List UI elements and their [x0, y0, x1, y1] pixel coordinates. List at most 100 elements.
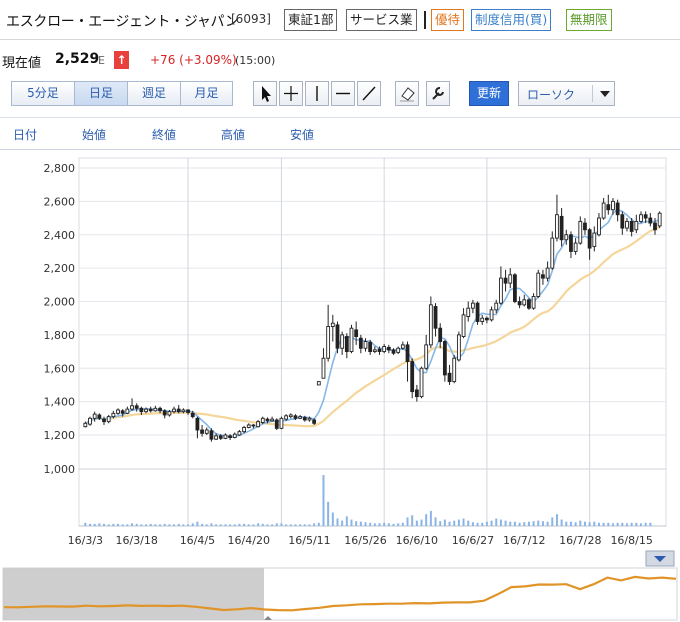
- settings-tool-button[interactable]: [426, 81, 450, 106]
- volume-bar: [635, 522, 638, 526]
- x-tick-label: 16/8/15: [610, 534, 652, 547]
- candle-body: [396, 347, 401, 353]
- volume-bar: [537, 520, 540, 526]
- candle-body: [447, 372, 452, 383]
- period-monthly-button[interactable]: 月足: [180, 81, 233, 106]
- volume-bar: [215, 524, 218, 526]
- candlestick-chart[interactable]: 2,800 2,600 2,400 2,200 2,000 1,800 1,600 1,400…: [0, 150, 680, 548]
- volume-bar: [574, 522, 577, 526]
- candle-body: [611, 200, 615, 211]
- horizontal-line-tool-button[interactable]: [331, 81, 355, 106]
- unlimited-badge[interactable]: 無期限: [566, 9, 612, 31]
- volume-bar: [597, 522, 600, 526]
- volume-bar: [378, 523, 381, 526]
- volume-bar: [275, 523, 278, 526]
- candle-body: [372, 349, 377, 353]
- volume-bar: [499, 519, 502, 526]
- volume-bar: [313, 523, 316, 526]
- candle-body: [480, 317, 485, 322]
- period-daily-button[interactable]: 日足: [74, 81, 128, 106]
- eraser-icon: [400, 87, 415, 102]
- candle: [316, 381, 321, 386]
- volume-bar: [355, 521, 358, 526]
- candle-body: [106, 416, 111, 423]
- volume-bar: [569, 521, 572, 526]
- volume-bar: [177, 523, 180, 526]
- volume-bar: [411, 515, 414, 526]
- candle-body: [148, 408, 153, 412]
- volume-bar: [117, 523, 120, 526]
- candle: [419, 366, 424, 399]
- candle-body: [284, 415, 289, 420]
- candle-body: [620, 214, 625, 229]
- candle-body: [433, 306, 438, 329]
- candle-body: [316, 381, 321, 386]
- x-tick-label: 16/6/27: [452, 534, 494, 547]
- volume-bar: [159, 524, 162, 526]
- volume-bar: [551, 517, 554, 526]
- candle-body: [116, 409, 120, 414]
- range-navigator[interactable]: [0, 548, 680, 622]
- yutai-badge[interactable]: 優待: [431, 9, 465, 31]
- candle-body: [615, 202, 620, 216]
- candle: [335, 321, 340, 354]
- pointer-icon: [262, 86, 271, 102]
- volume-bar: [173, 524, 176, 526]
- candle-body: [564, 234, 569, 241]
- update-button[interactable]: 更新: [469, 81, 509, 106]
- candle-body: [456, 334, 461, 361]
- volume-bar: [621, 522, 624, 526]
- volume-bar: [513, 521, 516, 526]
- vertical-line-tool-button[interactable]: [305, 81, 329, 106]
- volume-bar: [266, 524, 269, 526]
- candle-body: [648, 217, 653, 224]
- candle-body: [302, 417, 307, 421]
- plot-frame: [78, 157, 667, 527]
- y-tick-label: 1,000: [44, 463, 76, 476]
- pointer-tool-button[interactable]: [253, 81, 277, 106]
- chevron-down-icon: [600, 91, 610, 97]
- volume-bar: [555, 514, 558, 526]
- candle-body: [513, 274, 517, 302]
- chart-type-select[interactable]: ローソク: [518, 81, 615, 106]
- volume-bar: [439, 521, 442, 526]
- candle-body: [405, 344, 410, 363]
- ohlc-date-label: 日付: [13, 128, 38, 142]
- candle-body: [583, 222, 587, 231]
- candle-body: [625, 220, 629, 229]
- candle-body: [176, 408, 181, 413]
- volume-bar: [602, 522, 605, 526]
- trend-line-tool-button[interactable]: [357, 81, 381, 106]
- volume-bar: [107, 524, 110, 526]
- candle-body: [573, 242, 578, 252]
- volume-bar: [182, 524, 185, 526]
- x-tick-label: 16/5/11: [288, 534, 330, 547]
- period-weekly-button[interactable]: 週足: [127, 81, 181, 106]
- margin-badge[interactable]: 制度信用(買): [471, 9, 552, 31]
- volume-bar: [649, 522, 652, 526]
- period-5min-button[interactable]: 5分足: [11, 81, 75, 106]
- eraser-tool-button[interactable]: [395, 81, 419, 106]
- candle-body: [587, 229, 592, 249]
- volume-bar: [476, 522, 479, 526]
- candle-body: [489, 309, 494, 321]
- volume-bar: [121, 524, 124, 526]
- volume-bar: [345, 516, 348, 526]
- candle-body: [349, 327, 354, 353]
- candle-body: [442, 341, 447, 376]
- volume-bar: [495, 518, 498, 526]
- crosshair-tool-button[interactable]: [279, 81, 303, 106]
- navigator-window[interactable]: [3, 568, 264, 620]
- volume-bar: [425, 514, 428, 526]
- x-tick-label: 16/3/3: [68, 534, 103, 547]
- candle: [527, 298, 531, 310]
- candle-body: [181, 409, 186, 413]
- volume-bar: [331, 512, 334, 526]
- volume-bar: [369, 522, 372, 526]
- candle-body: [461, 314, 466, 337]
- volume-bar: [518, 522, 521, 526]
- candle-body: [130, 405, 134, 410]
- volume-bar: [205, 524, 208, 526]
- candle-body: [293, 415, 298, 419]
- volume-bar: [154, 524, 157, 526]
